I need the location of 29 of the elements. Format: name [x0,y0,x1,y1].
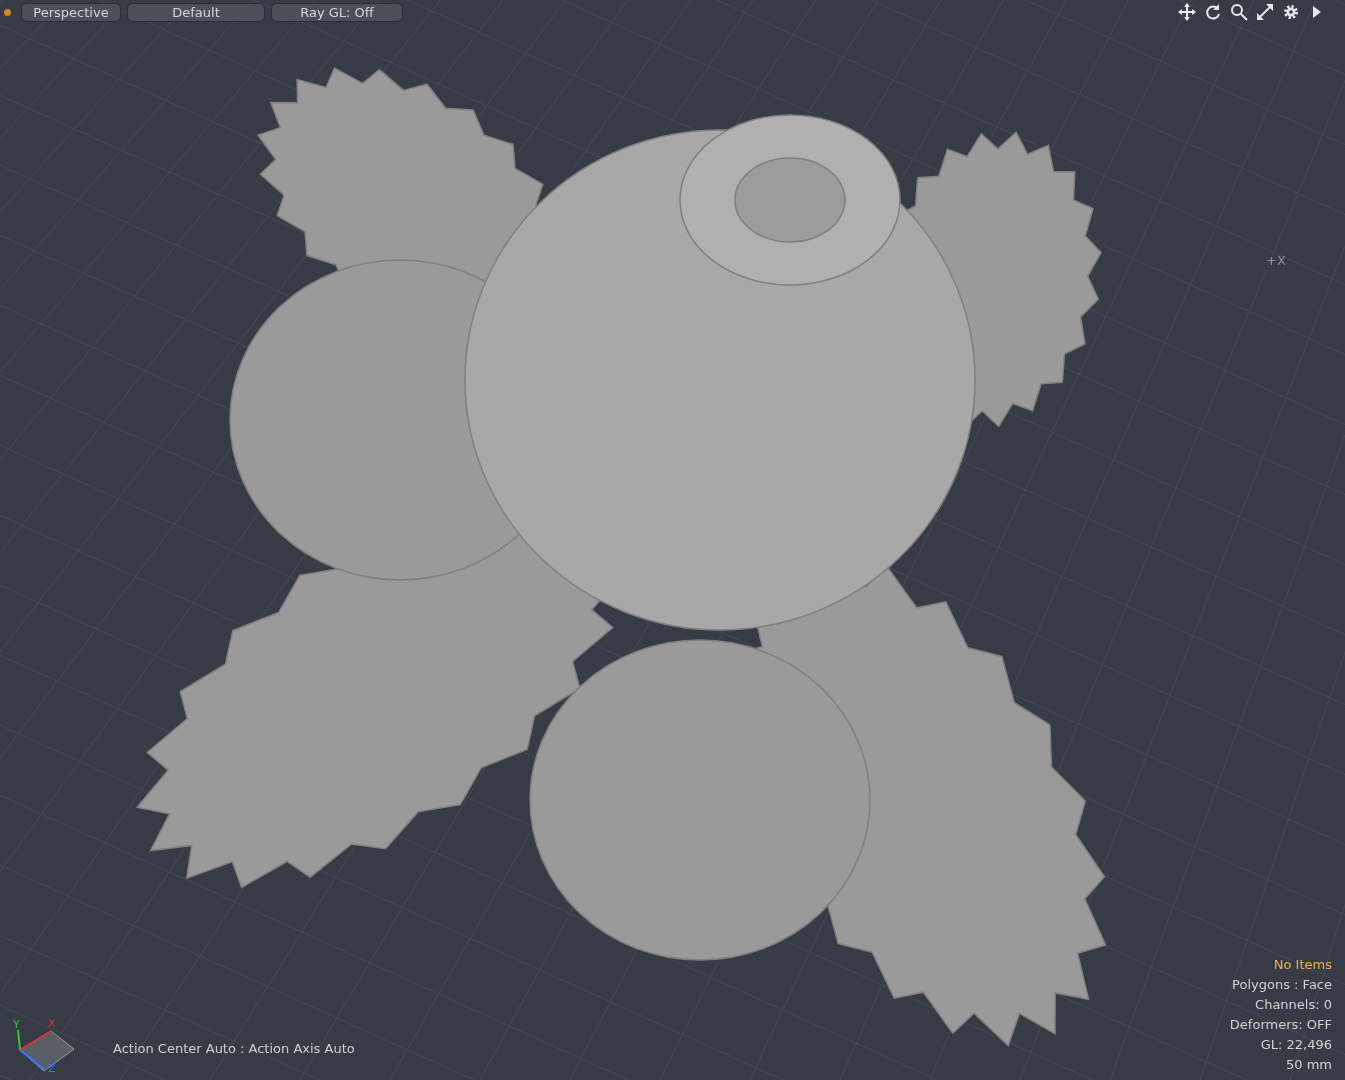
viewport-info-text: GL: 22,496 [1260,1036,1332,1054]
viewport-tool-button[interactable] [1203,2,1223,22]
viewport-option-button[interactable]: Default [127,2,265,22]
ground-plane-icon [19,1030,75,1072]
x-axis-label: X [48,1017,56,1030]
search-icon [1230,3,1248,21]
action-center-status: Action Center Auto : Action Axis Auto [113,1041,355,1056]
viewport-option-button[interactable]: Ray GL: Off [271,2,403,22]
viewport-info-text: No Items [1273,956,1332,974]
x-axis-line [19,1030,52,1051]
expand-arrows-icon [1256,3,1274,21]
viewport-tool-button[interactable] [1255,2,1275,22]
viewport-tool-button[interactable] [1177,2,1197,22]
viewport-tool-button[interactable] [1281,2,1301,22]
rotate-icon [1204,3,1222,21]
viewport-info-text: Channels: 0 [1255,996,1332,1014]
viewport-option-button[interactable]: Perspective [21,2,121,22]
viewport-info-text: Deformers: OFF [1229,1016,1332,1034]
viewport-tool-button[interactable] [1229,2,1249,22]
viewport-info-text: 50 mm [1286,1056,1332,1074]
play-arrow-icon [1312,5,1322,19]
settings-icon [1282,3,1300,21]
viewport-info-text: Polygons : Face [1232,976,1332,994]
y-axis-line [17,1029,21,1051]
axis-hint-label: +X [1266,253,1286,268]
z-axis-line [19,1049,45,1070]
move-icon [1178,3,1196,21]
z-axis-label: Z [48,1062,56,1074]
y-axis-label: Y [13,1018,20,1031]
